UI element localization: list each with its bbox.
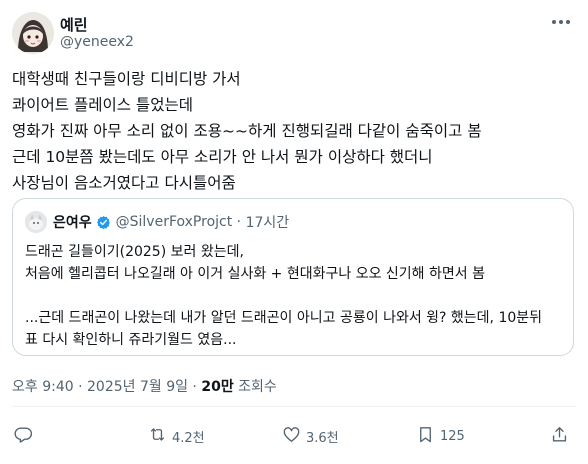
share-button[interactable]: [550, 424, 569, 448]
reply-button[interactable]: [14, 424, 38, 448]
retweet-button[interactable]: 4.2천: [148, 424, 205, 448]
tweet-timestamp: 오후 9:40 · 2025년 7월 9일 · 20만 조회수: [12, 376, 277, 396]
author-handle[interactable]: @yeneex2: [60, 34, 134, 50]
author-display-name[interactable]: 예린: [60, 14, 88, 35]
quote-line: ...근데 드래곤이 나왔는데 내가 알던 드래곤이 아니고 공룡이 나와서 윙…: [25, 310, 543, 326]
tweet-line: 근데 10분쯤 봤는데도 아무 소리가 안 나서 뭔가 이상하다 했더니: [12, 148, 433, 166]
tweet-line: 대학생때 친구들이랑 디비디방 가서: [12, 70, 241, 88]
tweet-line: 영화가 진짜 아무 소리 없이 조용~~하게 진행되길래 다같이 숨죽이고 봄: [12, 122, 482, 140]
quote-text: 드래곤 길들이기(2025) 보러 왔는데, 처음에 헬리콥터 나오길래 아 이…: [25, 241, 565, 351]
quote-time[interactable]: 17시간: [246, 212, 290, 232]
views-label: 조회수: [233, 379, 277, 395]
share-icon: [550, 425, 569, 448]
retweet-count: 4.2천: [172, 430, 205, 446]
divider: [12, 406, 576, 407]
bookmark-icon: [416, 425, 435, 448]
quote-separator: ·: [232, 214, 246, 230]
quote-line: 표 다시 확인하니 쥬라기월드 였음...: [25, 332, 237, 348]
action-bar: 4.2천 3.6천 125: [12, 424, 576, 448]
bookmark-button[interactable]: 125: [416, 424, 465, 448]
like-button[interactable]: 3.6천: [282, 424, 339, 448]
retweet-icon: [148, 425, 167, 448]
verified-badge-icon: [96, 215, 111, 230]
views-count: 20만: [201, 379, 234, 395]
quote-author-name[interactable]: 은여우: [53, 212, 92, 232]
quote-line: 처음에 헬리콥터 나오길래 아 이거 실사화 + 현대화구나 오오 신기해 하면…: [25, 266, 485, 282]
quote-line: [25, 285, 565, 307]
like-icon: [282, 425, 301, 448]
tweet-text: 대학생때 친구들이랑 디비디방 가서 콰이어트 플레이스 틀었는데 영화가 진짜…: [12, 66, 572, 196]
more-icon[interactable]: [548, 12, 574, 32]
bookmark-count: 125: [440, 428, 465, 444]
timestamp-text[interactable]: 오후 9:40 · 2025년 7월 9일 ·: [12, 379, 201, 395]
author-avatar[interactable]: [12, 12, 54, 54]
quote-header: 은여우 @SilverFoxProjct · 17시간: [53, 212, 289, 232]
like-count: 3.6천: [306, 430, 339, 446]
quote-author-avatar: [25, 211, 47, 233]
quote-author-handle[interactable]: @SilverFoxProjct: [116, 214, 233, 230]
quote-line: 드래곤 길들이기(2025) 보러 왔는데,: [25, 244, 244, 260]
tweet-line: 사장님이 음소거였다고 다시틀어줌: [12, 174, 236, 192]
reply-icon: [14, 425, 33, 448]
quoted-tweet[interactable]: 은여우 @SilverFoxProjct · 17시간 드래곤 길들이기(202…: [12, 198, 574, 356]
tweet-line: 콰이어트 플레이스 틀었는데: [12, 96, 193, 114]
